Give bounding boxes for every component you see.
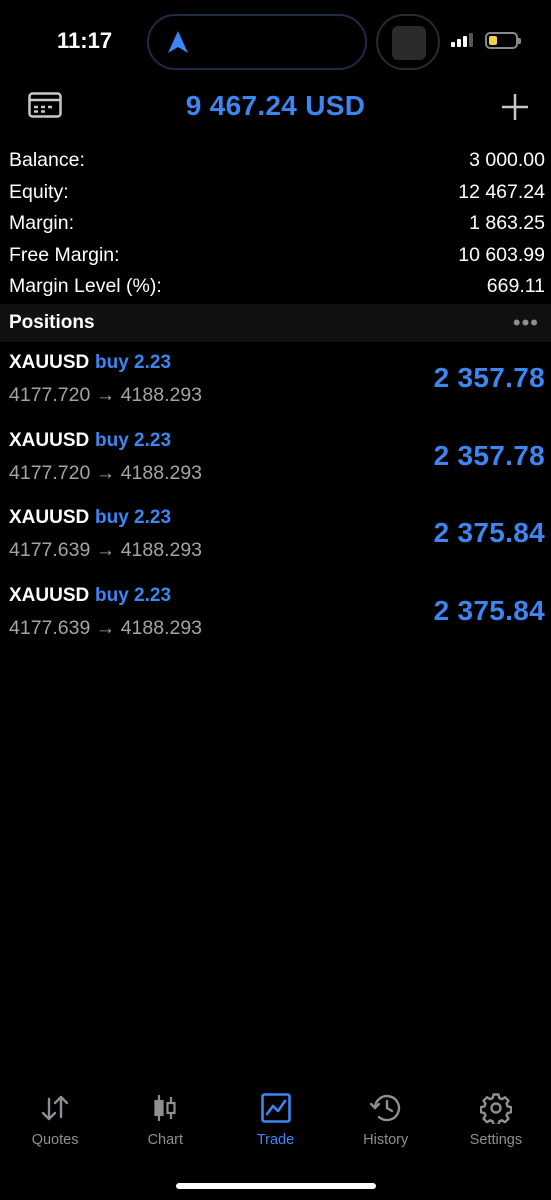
positions-section-header: Positions ••• <box>0 304 551 342</box>
position-profit: 2 375.84 <box>433 517 545 549</box>
open-price: 4177.720 <box>9 384 91 406</box>
position-profit: 2 357.78 <box>433 439 545 471</box>
arrow-right-icon: → <box>95 461 116 484</box>
arrow-right-icon: → <box>95 539 116 562</box>
tab-label: Chart <box>147 1132 184 1148</box>
trade-icon <box>260 1090 292 1126</box>
screen: 11:17 9 467.24 USD Balance: 3 000.00 Equ… <box>0 0 551 1200</box>
dynamic-island[interactable] <box>147 14 367 70</box>
summary-row-margin-level: Margin Level (%): 669.11 <box>9 271 545 303</box>
summary-value: 12 467.24 <box>458 180 545 203</box>
position-symbol: XAUUSD <box>9 507 90 529</box>
navigation-arrow-icon <box>167 30 189 59</box>
summary-row-equity: Equity: 12 467.24 <box>9 177 545 209</box>
current-price: 4188.293 <box>120 539 203 562</box>
open-price: 4177.720 <box>9 461 91 484</box>
tab-label: Settings <box>469 1132 523 1148</box>
tab-quotes[interactable]: Quotes <box>0 1090 110 1160</box>
tab-bar: Quotes Chart Trade History Settings <box>0 1090 551 1160</box>
position-prices: 4177.639 → 4188.293 <box>9 539 202 562</box>
open-price: 4177.639 <box>9 616 91 639</box>
plus-icon[interactable] <box>500 92 530 127</box>
account-summary: Balance: 3 000.00 Equity: 12 467.24 Marg… <box>9 145 545 303</box>
live-activity-pill[interactable] <box>376 14 440 70</box>
position-row[interactable]: XAUUSD buy 2.23 4177.639 → 4188.293 2 37… <box>0 501 551 579</box>
position-profit: 2 357.78 <box>433 362 545 393</box>
tab-chart[interactable]: Chart <box>110 1090 220 1160</box>
settings-icon <box>479 1090 512 1126</box>
activity-thumbnail-icon <box>392 26 426 60</box>
summary-value: 3 000.00 <box>469 149 545 172</box>
summary-label: Balance: <box>9 149 85 172</box>
tab-label: Quotes <box>31 1132 79 1148</box>
position-direction: buy 2.23 <box>95 352 172 373</box>
position-row[interactable]: XAUUSD buy 2.23 4177.720 → 4188.293 2 35… <box>0 346 551 424</box>
tab-settings[interactable]: Settings <box>441 1090 551 1160</box>
summary-label: Free Margin: <box>9 243 120 266</box>
position-symbol: XAUUSD <box>9 352 90 373</box>
cellular-signal-icon <box>451 33 473 47</box>
position-symbol: XAUUSD <box>9 584 90 606</box>
status-time: 11:17 <box>57 28 113 53</box>
current-price: 4188.293 <box>120 461 203 484</box>
summary-value: 1 863.25 <box>469 212 545 235</box>
summary-value: 669.11 <box>486 275 545 298</box>
account-balance-title: 9 467.24 USD <box>185 90 366 121</box>
more-options-icon[interactable]: ••• <box>513 310 539 336</box>
header: 9 467.24 USD <box>0 84 551 134</box>
position-profit: 2 375.84 <box>433 594 545 626</box>
tab-label: Trade <box>256 1132 295 1148</box>
position-prices: 4177.720 → 4188.293 <box>9 462 202 485</box>
tab-trade[interactable]: Trade <box>220 1090 330 1160</box>
summary-value: 10 603.99 <box>458 243 545 266</box>
position-row[interactable]: XAUUSD buy 2.23 4177.639 → 4188.293 2 37… <box>0 579 551 657</box>
position-direction: buy 2.23 <box>95 507 172 529</box>
summary-label: Margin: <box>9 212 75 235</box>
chart-icon <box>151 1090 179 1126</box>
summary-row-margin: Margin: 1 863.25 <box>9 208 545 240</box>
summary-row-balance: Balance: 3 000.00 <box>9 145 545 177</box>
position-symbol: XAUUSD <box>9 429 90 451</box>
positions-title: Positions <box>9 312 95 333</box>
arrow-right-icon: → <box>95 384 116 406</box>
summary-row-free-margin: Free Margin: 10 603.99 <box>9 240 545 272</box>
home-indicator[interactable] <box>176 1183 376 1189</box>
position-prices: 4177.639 → 4188.293 <box>9 617 202 640</box>
summary-label: Margin Level (%): <box>9 275 162 298</box>
summary-label: Equity: <box>9 180 69 203</box>
positions-list: XAUUSD buy 2.23 4177.720 → 4188.293 2 35… <box>0 346 551 656</box>
history-icon <box>369 1090 403 1126</box>
position-direction: buy 2.23 <box>95 429 172 451</box>
tab-label: History <box>363 1132 409 1148</box>
position-direction: buy 2.23 <box>95 584 172 606</box>
tab-history[interactable]: History <box>331 1090 441 1160</box>
status-bar: 11:17 <box>0 0 551 84</box>
open-price: 4177.639 <box>9 539 91 562</box>
arrow-right-icon: → <box>95 616 116 639</box>
current-price: 4188.293 <box>120 616 203 639</box>
position-row[interactable]: XAUUSD buy 2.23 4177.720 → 4188.293 2 35… <box>0 424 551 502</box>
position-prices: 4177.720 → 4188.293 <box>9 384 202 407</box>
current-price: 4188.293 <box>120 384 203 406</box>
battery-icon <box>485 32 521 49</box>
quotes-icon <box>39 1090 71 1126</box>
